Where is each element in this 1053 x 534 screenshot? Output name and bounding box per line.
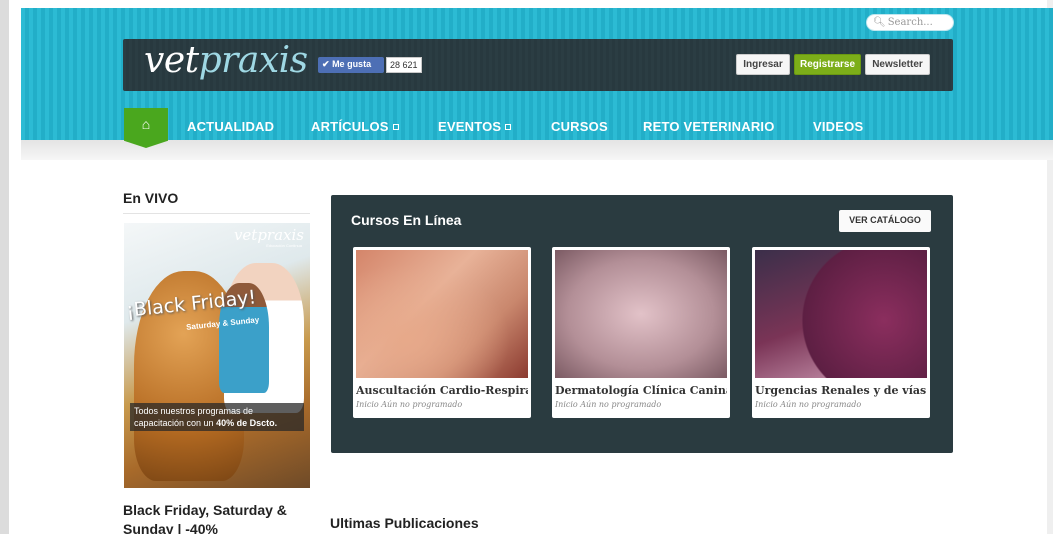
nav-label: EVENTOS [438, 119, 502, 134]
divider [123, 213, 310, 214]
ver-catalogo-button[interactable]: VER CATÁLOGO [839, 210, 931, 232]
nav-label: ARTÍCULOS [311, 119, 389, 134]
header-shadow [21, 140, 1053, 160]
newsletter-button[interactable]: Newsletter [865, 54, 930, 75]
course-thumbnail [755, 250, 927, 378]
black-friday-promo-image[interactable]: vetpraxis Educación Continua ¡Black Frid… [124, 223, 310, 488]
nav-label: ACTUALIDAD [187, 119, 275, 134]
caption-bold: 40% de Dscto. [216, 418, 278, 428]
dropdown-icon [505, 124, 512, 130]
nav-item-videos[interactable]: VIDEOS [813, 119, 863, 134]
nav-item-actualidad[interactable]: ACTUALIDAD [187, 119, 274, 134]
logo-part-1: vet [144, 40, 199, 81]
login-button[interactable]: Ingresar [736, 54, 790, 75]
nav-item-reto-veterinario[interactable]: RETO VETERINARIO [643, 119, 775, 134]
course-title: Auscultación Cardio-Respiratoria [356, 384, 528, 397]
cursos-heading: Cursos En Línea [351, 212, 462, 228]
like-label: Me gusta [332, 59, 372, 69]
nav-item-cursos[interactable]: CURSOS [551, 119, 608, 134]
course-thumbnail [555, 250, 727, 378]
course-thumbnail [356, 250, 528, 378]
home-icon: ⌂ [141, 116, 151, 132]
course-card[interactable]: Dermatología Clínica Canina Inicio Aún n… [552, 247, 730, 418]
post-title-link[interactable]: Black Friday, Saturday & Sunday | -40% [123, 501, 313, 534]
left-rail [0, 0, 9, 534]
nav-label: VIDEOS [813, 119, 864, 134]
en-vivo-heading: En VIVO [123, 190, 179, 206]
course-card[interactable]: Urgencias Renales y de vías urinarias In… [752, 247, 930, 418]
nav-label: RETO VETERINARIO [643, 119, 775, 134]
course-meta: Inicio Aún no programado [356, 400, 463, 409]
search-icon: 🔍︎ [873, 17, 886, 28]
search-input[interactable]: 🔍︎ Search... [866, 14, 954, 31]
ultimas-publicaciones-heading: Ultimas Publicaciones [330, 515, 479, 531]
course-meta: Inicio Aún no programado [755, 400, 862, 409]
course-title: Urgencias Renales y de vías urinarias [755, 384, 927, 397]
nav-label: CURSOS [551, 119, 608, 134]
dropdown-icon [392, 124, 399, 130]
site-logo[interactable]: vetpraxis [144, 40, 308, 81]
promo-brand-sub: Educación Continua [266, 243, 302, 248]
like-count: 28 621 [386, 57, 422, 73]
course-card[interactable]: Auscultación Cardio-Respiratoria Inicio … [353, 247, 531, 418]
nav-item-articulos[interactable]: ARTÍCULOS [311, 119, 399, 134]
promo-caption: Todos nuestros programas de capacitación… [130, 403, 304, 431]
course-meta: Inicio Aún no programado [555, 400, 662, 409]
promo-brand: vetpraxis [233, 226, 304, 244]
search-placeholder: Search... [887, 17, 933, 28]
register-button[interactable]: Registrarse [794, 54, 861, 75]
logo-part-2: praxis [198, 40, 309, 81]
facebook-like-button[interactable]: ✔ Me gusta [318, 57, 384, 73]
home-button[interactable]: ⌂ [124, 108, 168, 148]
check-icon: ✔ [322, 59, 330, 69]
nav-item-eventos[interactable]: EVENTOS [438, 119, 512, 134]
course-title: Dermatología Clínica Canina [555, 384, 727, 397]
